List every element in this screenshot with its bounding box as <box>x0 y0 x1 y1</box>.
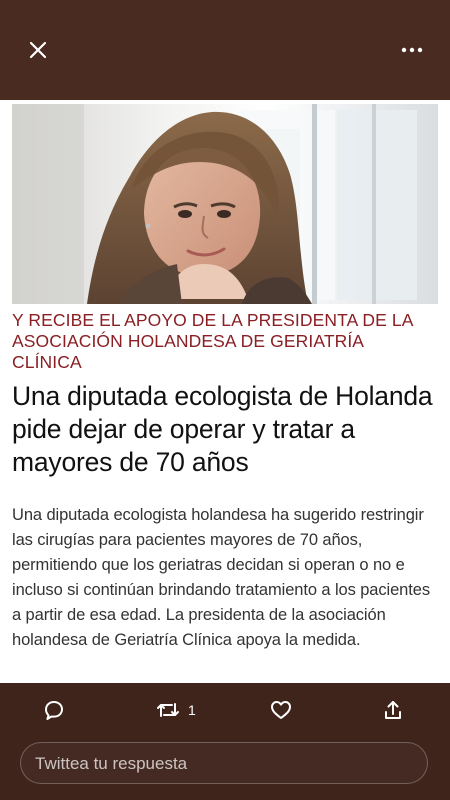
reply-button[interactable] <box>42 695 66 725</box>
reply-icon <box>45 701 63 720</box>
tweet-media-viewer: Y RECIBE EL APOYO DE LA PRESIDENTA DE LA… <box>0 0 450 800</box>
article-body: Una diputada ecologista holandesa ha sug… <box>12 506 430 649</box>
more-icon <box>401 47 423 53</box>
retweet-icon <box>157 703 179 717</box>
tweet-action-bar: 1 <box>0 690 450 730</box>
article-kicker: Y RECIBE EL APOYO DE LA PRESIDENTA DE LA… <box>12 310 413 372</box>
reply-input[interactable]: Twittea tu respuesta <box>20 742 428 784</box>
close-button[interactable] <box>22 34 54 66</box>
article-image[interactable]: Y RECIBE EL APOYO DE LA PRESIDENTA DE LA… <box>0 100 450 683</box>
like-button[interactable] <box>269 695 293 725</box>
share-icon <box>385 701 401 719</box>
retweet-count: 1 <box>188 702 196 718</box>
article-headline: Una diputada ecologista de Holanda pide … <box>12 381 433 477</box>
heart-icon <box>271 701 291 719</box>
retweet-button[interactable]: 1 <box>154 695 196 725</box>
close-icon <box>29 41 47 59</box>
share-button[interactable] <box>381 695 405 725</box>
article-photo <box>12 104 438 304</box>
woman-portrait-illustration <box>12 104 438 304</box>
top-bar <box>0 0 450 100</box>
more-options-button[interactable] <box>396 34 428 66</box>
